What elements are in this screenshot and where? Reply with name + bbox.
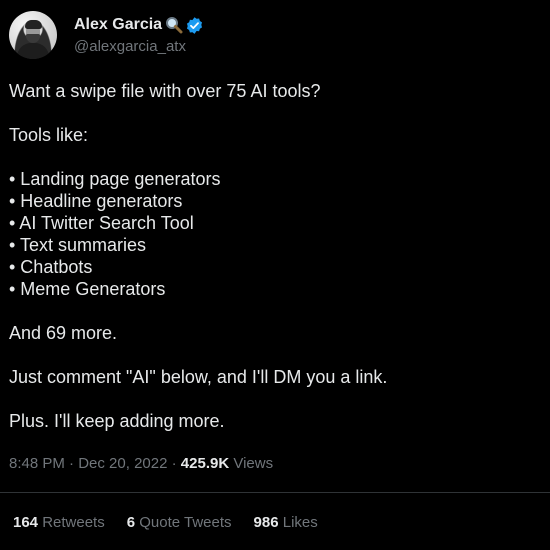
tweet-line: Just comment "AI" below, and I'll DM you… <box>9 367 388 387</box>
verified-badge-icon[interactable] <box>185 16 204 35</box>
retweets-stat[interactable]: 164 Retweets <box>13 513 105 533</box>
tweet-date[interactable]: Dec 20, 2022 <box>78 455 167 472</box>
tweet-line: Want a swipe file with over 75 AI tools? <box>9 81 321 101</box>
avatar-figure-body <box>17 43 49 59</box>
tweet-line: Tools like: <box>9 125 89 145</box>
retweets-count: 164 <box>13 514 39 531</box>
tweet-card: Alex Garcia @alexgarcia_atx Want a swipe… <box>0 0 550 550</box>
bullet-item: • Chatbots <box>9 257 93 277</box>
likes-count: 986 <box>253 514 279 531</box>
tweet-text: Want a swipe file with over 75 AI tools?… <box>9 80 539 432</box>
author-handle[interactable]: @alexgarcia_atx <box>74 37 204 57</box>
meta-separator: · <box>64 455 79 472</box>
divider <box>0 492 550 493</box>
avatar-figure-hair <box>25 20 42 29</box>
tweet-stats: 164 Retweets 6 Quote Tweets 986 Likes <box>13 513 340 533</box>
author-names: Alex Garcia @alexgarcia_atx <box>74 13 204 57</box>
magnifying-glass-icon <box>165 16 183 34</box>
bullet-item: • Landing page generators <box>9 169 221 189</box>
tweet-header: Alex Garcia @alexgarcia_atx <box>9 11 204 59</box>
author-display-name[interactable]: Alex Garcia <box>74 16 162 34</box>
tweet-line: And 69 more. <box>9 323 118 343</box>
retweets-label: Retweets <box>38 514 105 531</box>
bullet-item: • Text summaries <box>9 235 147 255</box>
likes-stat[interactable]: 986 Likes <box>254 513 318 533</box>
views-label: Views <box>229 455 274 472</box>
tweet-meta: 8:48 PM · Dec 20, 2022 · 425.9K Views <box>9 454 273 474</box>
author-name-row: Alex Garcia <box>74 13 204 37</box>
avatar[interactable] <box>9 11 57 59</box>
tweet-time[interactable]: 8:48 PM <box>9 455 65 472</box>
quote-tweets-stat[interactable]: 6 Quote Tweets <box>127 513 232 533</box>
avatar-figure-beard <box>26 34 40 43</box>
bullet-item: • AI Twitter Search Tool <box>9 213 194 233</box>
quote-tweets-label: Quote Tweets <box>135 514 232 531</box>
meta-separator: · <box>167 455 181 472</box>
bullet-item: • Headline generators <box>9 191 183 211</box>
quote-tweets-count: 6 <box>126 514 136 531</box>
bullet-item: • Meme Generators <box>9 279 166 299</box>
views-count: 425.9K <box>180 455 230 472</box>
tweet-line: Plus. I'll keep adding more. <box>9 411 225 431</box>
likes-label: Likes <box>278 514 318 531</box>
